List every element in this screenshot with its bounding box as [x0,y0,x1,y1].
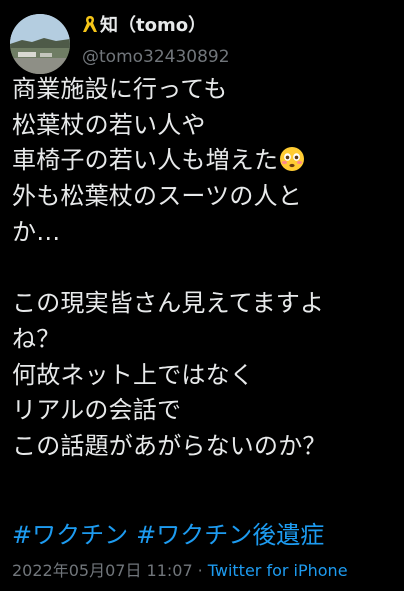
tweet-header: 知（tomo） @tomo32430892 [10,8,394,74]
display-name: 知（tomo） [100,15,207,36]
yellow-ribbon-icon [82,14,98,41]
handle[interactable]: @tomo32430892 [82,45,230,69]
tweet-line: ね？ [12,324,61,353]
landscape-photo-icon [10,14,70,74]
display-name-row[interactable]: 知（tomo） [82,14,230,41]
author-block: 知（tomo） @tomo32430892 [82,14,230,69]
hashtag-link[interactable]: #ワクチン [12,521,128,549]
tweet-line: 松葉杖の若い人や [12,110,206,139]
tweet-line: リアルの会話で [12,396,182,425]
tweet-text: 商業施設に行っても 松葉杖の若い人や 車椅子の若い人も増えた 外も松葉杖のスーツ… [12,72,398,465]
avatar[interactable] [10,14,70,74]
tweet-line-text: 車椅子の若い人も増えた [12,146,279,175]
tweet-line-with-emoji: 車椅子の若い人も増えた [12,143,398,179]
flushed-face-emoji-icon [279,146,305,183]
tweet-line: この話題があがらないのか？ [12,431,327,460]
timestamp[interactable]: 2022年05月07日 11:07 [12,561,193,580]
meta-separator: · [197,561,203,580]
more-options-button[interactable] [370,22,394,42]
tweet-line: か… [12,217,61,246]
tweet-line: 商業施設に行っても [12,75,228,103]
source-link[interactable]: Twitter for iPhone [208,561,348,580]
tweet-meta: 2022年05月07日 11:07 · Twitter for iPhone [12,559,348,583]
hashtag-row: #ワクチン #ワクチン後遺症 [12,518,324,552]
tweet-line: 何故ネット上ではなく [12,360,254,389]
hashtag-link[interactable]: #ワクチン後遺症 [136,521,324,549]
tweet-line: この現実皆さん見えてますよ [12,289,325,318]
tweet-line: 外も松葉杖のスーツの人と [12,182,302,211]
